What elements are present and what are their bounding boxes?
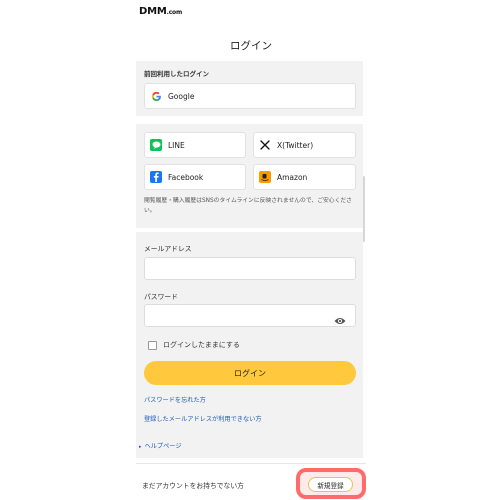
line-label: LINE: [168, 140, 185, 150]
remember-me-checkbox[interactable]: ログインしたままにする: [148, 340, 240, 350]
password-input[interactable]: [144, 304, 356, 327]
signup-button[interactable]: 新規登録: [308, 477, 353, 492]
last-login-panel: 前回利用したログイン Google: [136, 61, 363, 116]
x-twitter-login-button[interactable]: X(Twitter): [253, 132, 356, 158]
sns-privacy-note: 閲覧履歴・購入履歴はSNSのタイムラインに反映されませんので、ご安心ください。: [144, 198, 352, 214]
dmm-logo[interactable]: DMM.com: [139, 6, 182, 17]
login-form-panel: メールアドレス パスワード ログインしたままにする ログイン パスワードを忘れた…: [136, 232, 363, 458]
help-label: ヘルプページ: [144, 443, 182, 450]
remember-me-label: ログインしたままにする: [163, 341, 240, 349]
logo-main: DMM: [139, 6, 167, 17]
line-icon: [150, 139, 162, 151]
page-title: ログイン: [230, 40, 272, 52]
login-button[interactable]: ログイン: [144, 361, 356, 385]
chevron-right-icon: ▸: [139, 444, 142, 450]
last-login-label: 前回利用したログイン: [144, 70, 209, 78]
password-label: パスワード: [144, 293, 178, 301]
email-label: メールアドレス: [144, 245, 192, 253]
email-input[interactable]: [144, 257, 356, 280]
signup-highlight: 新規登録: [296, 468, 366, 499]
checkbox-box[interactable]: [148, 340, 157, 350]
google-icon: [150, 90, 162, 102]
sns-login-panel: LINE X(Twitter) Facebook Amazon 閲覧履歴・購入履…: [136, 124, 363, 228]
facebook-icon: [150, 171, 162, 183]
cant-use-email-link[interactable]: 登録したメールアドレスが利用できない方: [144, 414, 262, 423]
signup-bar: まだアカウントをお持ちでない方 新規登録: [136, 463, 366, 500]
help-page-link[interactable]: ▸ ヘルプページ: [139, 441, 182, 450]
line-login-button[interactable]: LINE: [144, 132, 246, 158]
eye-icon[interactable]: [334, 311, 346, 324]
amazon-icon: [259, 171, 271, 183]
forgot-password-link[interactable]: パスワードを忘れた方: [144, 395, 206, 404]
x-icon: [259, 139, 271, 151]
logo-sub: .com: [166, 9, 183, 16]
google-label: Google: [168, 91, 195, 101]
amazon-label: Amazon: [277, 172, 308, 182]
no-account-text: まだアカウントをお持ちでない方: [142, 482, 244, 490]
facebook-label: Facebook: [168, 172, 204, 182]
login-screen: DMM.com ログイン 前回利用したログイン Google LINE X(Tw…: [136, 0, 366, 500]
facebook-login-button[interactable]: Facebook: [144, 164, 246, 190]
amazon-login-button[interactable]: Amazon: [253, 164, 356, 190]
google-login-button[interactable]: Google: [144, 83, 356, 109]
x-label: X(Twitter): [277, 140, 314, 150]
scrollbar[interactable]: [363, 176, 365, 242]
